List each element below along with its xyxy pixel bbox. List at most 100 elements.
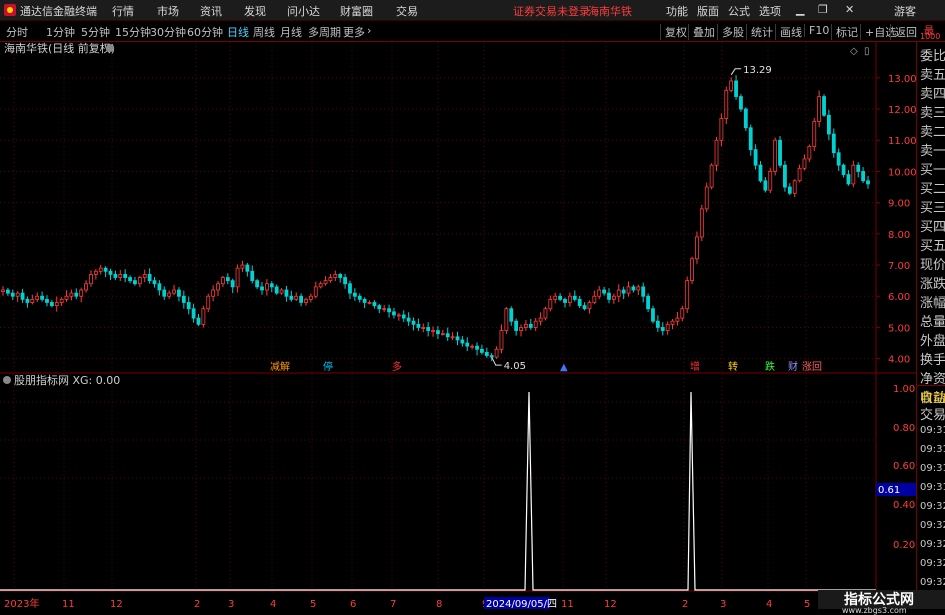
- menu-wenxiaoda[interactable]: 问小达: [287, 3, 320, 19]
- price-tick-label: 6.00: [888, 292, 910, 303]
- candle-body: [592, 295, 597, 303]
- candle-body: [675, 317, 680, 322]
- mark-button[interactable]: 标记: [831, 24, 858, 40]
- candle-body: [411, 320, 416, 325]
- f10-button[interactable]: F10: [804, 24, 829, 37]
- candle-body: [621, 289, 626, 294]
- candle-body: [450, 336, 455, 339]
- event-marker: 跌: [765, 360, 775, 373]
- chart-area[interactable]: 海南华铁(日线 前复权) ◇ ▯ 13.00 12.00 11.00 10.00 9.0…: [0, 42, 916, 609]
- maximize-icon[interactable]: ❐: [818, 3, 828, 16]
- period-30min[interactable]: 30分钟: [150, 24, 186, 40]
- period-5min[interactable]: 5分钟: [81, 24, 110, 40]
- indicator-header[interactable]: 股朋指标网 XG: 0.00: [14, 373, 120, 387]
- candle-body: [377, 305, 382, 310]
- corner-value: 1000: [920, 32, 941, 41]
- candle-body: [230, 280, 235, 288]
- broker-status[interactable]: 证券交易未登录: [513, 3, 590, 19]
- candle-body: [123, 273, 128, 278]
- candle-body: [10, 292, 15, 297]
- time-tick-label: 3: [228, 599, 234, 609]
- multi-stock-button[interactable]: 多股: [717, 24, 744, 40]
- period-weekly[interactable]: 周线: [253, 24, 275, 40]
- time-tick-label: 8: [436, 599, 442, 609]
- candle-body: [216, 283, 220, 291]
- period-more[interactable]: 更多: [343, 24, 365, 40]
- menu-shichang[interactable]: 市场: [157, 3, 179, 19]
- candle-body: [636, 286, 641, 291]
- candle-body: [338, 273, 343, 278]
- candle-body: [98, 267, 103, 272]
- app-logo-icon: [4, 4, 16, 16]
- period-monthly[interactable]: 月线: [280, 24, 302, 40]
- guest-label[interactable]: 游客: [894, 3, 916, 19]
- menu-faxian[interactable]: 发现: [244, 3, 266, 19]
- candle-body: [719, 118, 724, 141]
- indicator-tick-label: 0.60: [893, 461, 915, 472]
- candle-body: [611, 295, 616, 300]
- candle-body: [118, 273, 123, 278]
- period-fenshi[interactable]: 分时: [6, 24, 28, 40]
- period-60min[interactable]: 60分钟: [187, 24, 223, 40]
- quote-ask4: 卖四: [920, 87, 945, 102]
- candle-body: [651, 308, 655, 322]
- candle-body: [128, 277, 132, 282]
- menu-gongneng[interactable]: 功能: [666, 3, 688, 19]
- candle-body: [313, 286, 318, 297]
- period-1min[interactable]: 1分钟: [46, 24, 75, 40]
- candle-body: [690, 258, 694, 282]
- cursor-date: 2024/09/05/四: [486, 599, 557, 609]
- chevron-right-icon[interactable]: ›: [367, 24, 371, 37]
- candle-body: [172, 289, 176, 294]
- candle-body: [421, 327, 426, 329]
- stats-button[interactable]: 统计: [746, 24, 773, 40]
- menu-xuanxiang[interactable]: 选项: [759, 3, 781, 19]
- quote-ask2: 卖二: [920, 125, 945, 140]
- event-markers[interactable]: 减解 停 多 ▲ 增 转 跌财涨回: [270, 360, 822, 373]
- quote-bid3: 买三: [920, 201, 945, 216]
- candle-body: [15, 292, 20, 297]
- auto-trade-label[interactable]: 交易: [920, 404, 945, 423]
- menu-zixun[interactable]: 资讯: [200, 3, 222, 19]
- time-tick-label: 11: [62, 599, 75, 609]
- candle-body: [367, 302, 372, 304]
- menu-banmian[interactable]: 版面: [697, 3, 719, 19]
- period-daily[interactable]: 日线: [227, 24, 249, 40]
- draw-line-button[interactable]: 画线: [775, 24, 802, 40]
- candle-body: [74, 292, 79, 297]
- period-15min[interactable]: 15分钟: [115, 24, 151, 40]
- candle-body: [548, 298, 553, 310]
- time-tick-label: 5: [804, 599, 810, 609]
- quote-price: 现价: [920, 258, 945, 273]
- chevron-down-icon[interactable]: [3, 376, 11, 384]
- diamond-icon[interactable]: ◇: [850, 46, 858, 57]
- candle-body: [167, 292, 172, 297]
- candlestick-series: [1, 75, 870, 362]
- candle-body: [440, 333, 445, 336]
- candle-body: [103, 267, 108, 272]
- candle-body: [489, 355, 494, 358]
- time-tick-label: 7: [390, 599, 396, 609]
- menu-hangqing[interactable]: 行情: [112, 3, 134, 19]
- candle-body: [152, 280, 157, 285]
- fuquan-button[interactable]: 复权: [660, 24, 687, 40]
- close-icon[interactable]: ✕: [845, 3, 854, 16]
- menu-jiaoyi[interactable]: 交易: [396, 3, 418, 19]
- price-tick-label: 11.00: [888, 136, 916, 147]
- minimize-icon[interactable]: ▁: [796, 3, 804, 16]
- back-button[interactable]: 返回: [890, 24, 917, 40]
- candle-body: [670, 320, 675, 325]
- candle-body: [191, 308, 196, 319]
- tick-time: 09:31: [920, 463, 945, 474]
- expand-icon[interactable]: ▯: [864, 46, 870, 57]
- candle-body: [177, 289, 181, 297]
- candle-body: [186, 302, 191, 310]
- menu-caifuquan[interactable]: 财富圈: [340, 3, 373, 19]
- overlay-button[interactable]: 叠加: [688, 24, 715, 40]
- candle-body: [812, 121, 817, 147]
- period-multi[interactable]: 多周期: [308, 24, 341, 40]
- menu-gongshi[interactable]: 公式: [728, 3, 750, 19]
- chevron-down-icon[interactable]: [106, 44, 114, 52]
- candle-body: [225, 277, 230, 282]
- main-chart-header[interactable]: 海南华铁(日线 前复权): [4, 42, 115, 55]
